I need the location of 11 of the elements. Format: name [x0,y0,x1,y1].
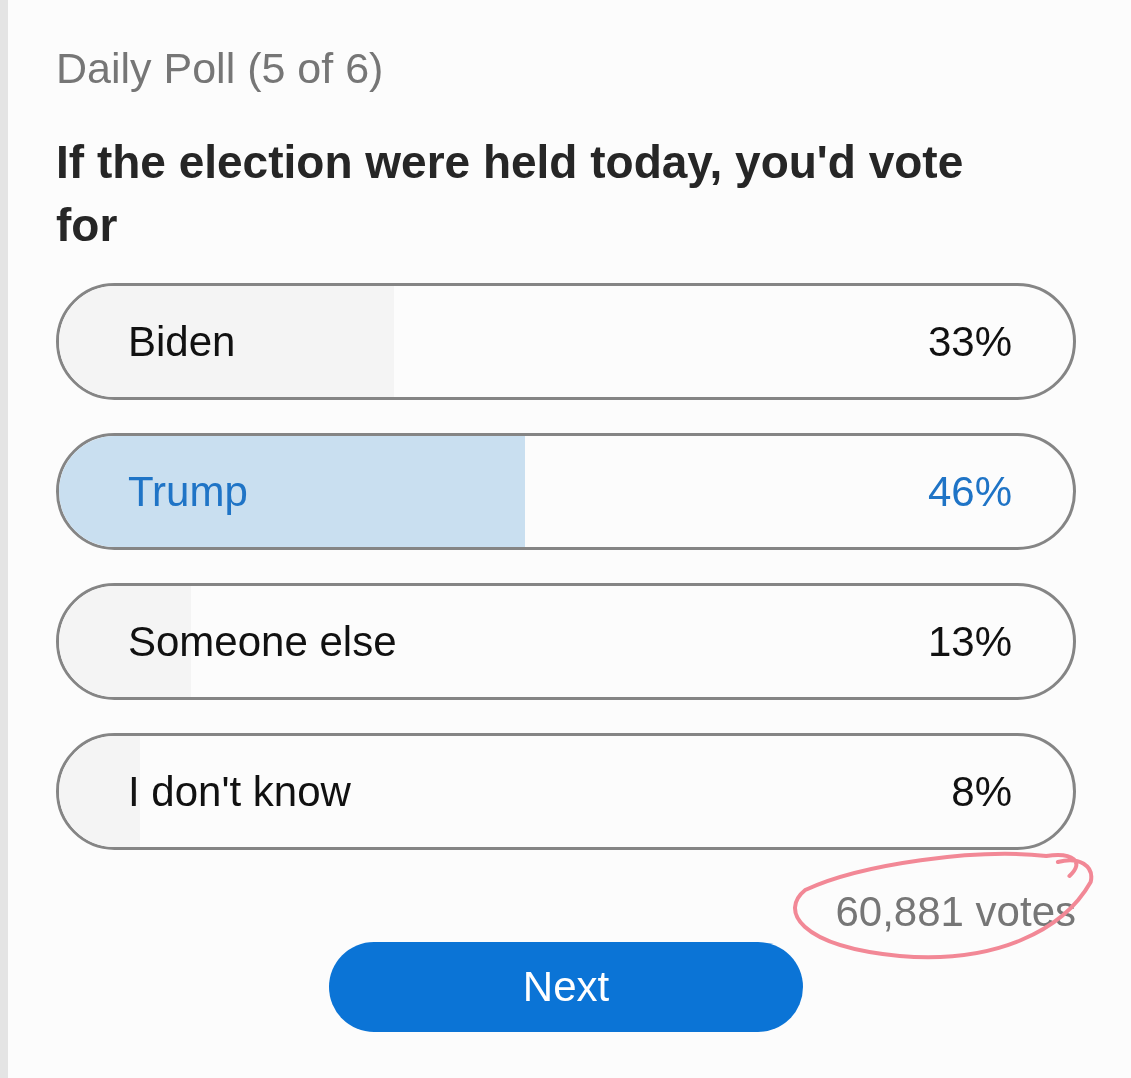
option-label: Someone else [128,617,397,666]
option-label: I don't know [128,767,351,816]
option-percent: 8% [951,767,1012,816]
option-label: Biden [128,317,236,366]
option-percent: 33% [927,317,1012,366]
option-percent: 13% [927,617,1012,666]
poll-question: If the election were held today, you'd vote for [56,135,965,253]
poll-title: Daily Poll (5 of 6) [56,43,384,93]
next-button[interactable]: Next [329,942,803,1032]
option-percent: 46% [927,467,1012,516]
option-label: Trump [128,467,248,516]
